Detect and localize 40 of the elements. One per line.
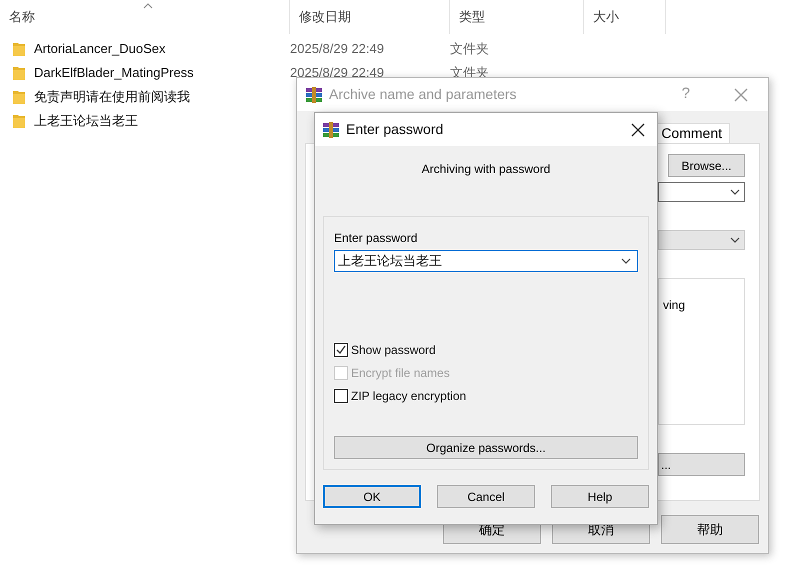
- window-title: Archive name and parameters: [329, 85, 518, 104]
- file-name[interactable]: ArtoriaLancer_DuoSex: [34, 39, 166, 59]
- folder-icon: [13, 66, 25, 80]
- option-text: ving: [662, 298, 686, 312]
- dialog-button[interactable]: OK: [323, 485, 421, 508]
- checkbox[interactable]: Show password: [334, 341, 638, 358]
- column-header[interactable]: 类型: [450, 0, 584, 34]
- window-title: Enter password: [346, 120, 444, 139]
- dropdown-field[interactable]: [658, 230, 745, 250]
- dialog-button[interactable]: ...: [658, 453, 745, 476]
- folder-icon: [13, 114, 25, 128]
- dropdown-field[interactable]: [658, 182, 745, 202]
- column-header[interactable]: 修改日期: [290, 0, 450, 34]
- dialog-button[interactable]: Help: [551, 485, 649, 508]
- folder-icon: [13, 90, 25, 104]
- chevron-down-icon: [730, 237, 740, 243]
- dialog-button[interactable]: Cancel: [437, 485, 535, 508]
- checkbox[interactable]: ZIP legacy encryption: [334, 387, 638, 404]
- file-name[interactable]: 上老王论坛当老王: [34, 111, 138, 131]
- dialog-heading: Archiving with password: [420, 161, 552, 178]
- file-name[interactable]: DarkElfBlader_MatingPress: [34, 63, 194, 83]
- column-header[interactable]: 大小: [584, 0, 666, 34]
- checkmark-icon: [336, 344, 346, 354]
- date-text: 2025/8/29 22:49: [290, 40, 385, 58]
- organize-passwords-button[interactable]: Organize passwords...: [334, 436, 638, 459]
- browse-button[interactable]: Browse...: [668, 154, 745, 177]
- chevron-down-icon: [621, 258, 631, 264]
- password-field[interactable]: 上老王论坛当老王: [334, 250, 638, 272]
- file-name[interactable]: 免责声明请在使用前阅读我: [34, 87, 190, 107]
- field-label: Enter password: [334, 230, 418, 247]
- folder-icon: [13, 42, 25, 56]
- type-text: 文件夹: [450, 40, 489, 58]
- date-text: 2025/8/29 22:49: [290, 64, 385, 82]
- archive-books-icon: [322, 122, 340, 138]
- sort-up-icon: [143, 3, 153, 9]
- dialog-button[interactable]: 帮助: [661, 515, 759, 544]
- close-icon[interactable]: [631, 122, 645, 136]
- chevron-down-icon: [730, 189, 740, 195]
- column-header[interactable]: 名称: [0, 0, 290, 34]
- archive-books-icon: [305, 86, 323, 102]
